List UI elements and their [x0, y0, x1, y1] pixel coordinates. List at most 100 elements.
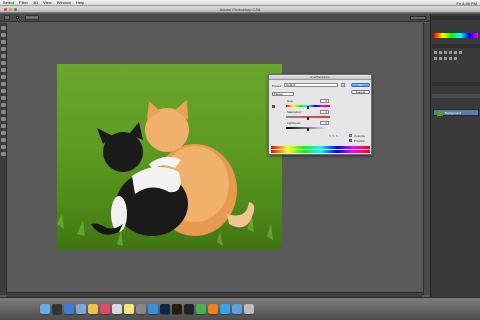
- bw-icon[interactable]: [439, 57, 442, 60]
- preferences-icon[interactable]: [136, 304, 146, 314]
- eraser-tool-icon[interactable]: [1, 96, 6, 100]
- quick-select-tool-icon[interactable]: [1, 47, 6, 51]
- kittens-photo: [57, 100, 273, 246]
- output-color-bar: [271, 150, 370, 153]
- targeted-adjustment-icon[interactable]: [272, 105, 275, 108]
- menu-filter[interactable]: Filter: [19, 0, 28, 5]
- dock-shelf: [40, 302, 445, 316]
- canvas-vertical-scrollbar[interactable]: [423, 23, 430, 295]
- layer-name: Background: [445, 111, 462, 115]
- ok-button[interactable]: OK: [351, 83, 370, 87]
- mail-icon[interactable]: [76, 304, 86, 314]
- skype-icon[interactable]: [220, 304, 230, 314]
- window-titlebar: Adobe Photoshop CS6: [0, 6, 480, 13]
- window-controls: [4, 8, 17, 11]
- vlc-icon[interactable]: [208, 304, 218, 314]
- layers-blend-mode[interactable]: [432, 94, 480, 98]
- healing-tool-icon[interactable]: [1, 68, 6, 72]
- preset-options-icon[interactable]: [341, 83, 345, 87]
- close-window-button[interactable]: [4, 8, 7, 11]
- finder-icon[interactable]: [40, 304, 50, 314]
- gradient-tool-icon[interactable]: [1, 103, 6, 107]
- preview-checkbox[interactable]: [349, 139, 352, 142]
- colorize-checkbox[interactable]: [349, 134, 352, 137]
- lightness-field[interactable]: 0: [320, 121, 329, 125]
- notes-icon[interactable]: [124, 304, 134, 314]
- color-ramp[interactable]: [434, 33, 478, 38]
- lasso-tool-icon[interactable]: [1, 40, 6, 44]
- safari-icon[interactable]: [64, 304, 74, 314]
- zoom-window-button[interactable]: [14, 8, 17, 11]
- dock: [0, 297, 480, 320]
- brush-tool-icon[interactable]: [1, 75, 6, 79]
- adjustments-icons-row2: [434, 57, 478, 61]
- menu-select[interactable]: Select: [3, 0, 14, 5]
- stamp-tool-icon[interactable]: [1, 82, 6, 86]
- history-brush-icon[interactable]: [1, 89, 6, 93]
- right-panels: Background: [430, 14, 480, 297]
- hue-slider-thumb[interactable]: [307, 106, 309, 109]
- crop-tool-icon[interactable]: [1, 54, 6, 58]
- mixer-icon[interactable]: [449, 57, 452, 60]
- eyedropper-tools-icon[interactable]: ✎ ✎ ✎: [329, 134, 338, 138]
- window-title: Adobe Photoshop CS6: [219, 7, 261, 12]
- preview-label: Preview: [354, 139, 365, 143]
- calendar-icon[interactable]: [112, 304, 122, 314]
- appstore-icon[interactable]: [148, 304, 158, 314]
- option-dropdown[interactable]: [25, 15, 39, 20]
- levels-icon[interactable]: [439, 51, 442, 54]
- curves-icon[interactable]: [444, 51, 447, 54]
- trash-icon[interactable]: [244, 304, 254, 314]
- preset-label: Preset:: [272, 84, 282, 88]
- dodge-tool-icon[interactable]: [1, 110, 6, 114]
- vibrance-icon[interactable]: [454, 51, 457, 54]
- color-panel-tab[interactable]: [432, 16, 480, 20]
- balance-icon[interactable]: [434, 57, 437, 60]
- canvas-image[interactable]: [57, 64, 282, 250]
- channel-select[interactable]: Master: [272, 92, 294, 96]
- saturation-label: Saturation:: [287, 110, 302, 114]
- zoom-tool-icon[interactable]: [1, 152, 6, 156]
- menu-window[interactable]: Window: [57, 0, 71, 5]
- layer-background-row[interactable]: Background: [433, 109, 479, 116]
- dashboard-icon[interactable]: [52, 304, 62, 314]
- minimize-window-button[interactable]: [9, 8, 12, 11]
- pen-tool-icon[interactable]: [1, 117, 6, 121]
- adjustments-icons: [434, 51, 478, 55]
- tool-preset-picker[interactable]: [4, 15, 10, 20]
- hue-icon[interactable]: [459, 51, 462, 54]
- hand-tool-icon[interactable]: [1, 145, 6, 149]
- type-tool-icon[interactable]: [1, 124, 6, 128]
- eyedropper-tool-icon[interactable]: [1, 61, 6, 65]
- dialog-title: Hue/Saturation: [269, 75, 371, 80]
- hue-field[interactable]: 0: [320, 99, 329, 103]
- workspace-switcher[interactable]: [410, 16, 426, 20]
- menu-help[interactable]: Help: [76, 0, 84, 5]
- option-checkbox[interactable]: [16, 16, 19, 19]
- layers-panel-tab[interactable]: [432, 82, 480, 86]
- lookup-icon[interactable]: [454, 57, 457, 60]
- lightness-label: Lightness:: [287, 121, 301, 125]
- adjustments-panel-tab[interactable]: [432, 44, 480, 48]
- photo-filter-icon[interactable]: [444, 57, 447, 60]
- chrome-icon[interactable]: [196, 304, 206, 314]
- shape-tool-icon[interactable]: [1, 138, 6, 142]
- itunes-icon[interactable]: [100, 304, 110, 314]
- marquee-tool-icon[interactable]: [1, 33, 6, 37]
- move-tool-icon[interactable]: [1, 26, 6, 30]
- saturation-field[interactable]: 0: [320, 110, 329, 114]
- exposure-icon[interactable]: [449, 51, 452, 54]
- photoshop-icon[interactable]: [160, 304, 170, 314]
- path-select-icon[interactable]: [1, 131, 6, 135]
- folder-icon[interactable]: [232, 304, 242, 314]
- menu-3d[interactable]: 3D: [33, 0, 38, 5]
- bridge-icon[interactable]: [172, 304, 182, 314]
- lightness-slider-thumb[interactable]: [307, 128, 309, 131]
- preset-select[interactable]: Default: [284, 83, 338, 87]
- brightness-icon[interactable]: [434, 51, 437, 54]
- photos-icon[interactable]: [88, 304, 98, 314]
- cancel-button[interactable]: Cancel: [351, 90, 370, 94]
- menu-view[interactable]: View: [43, 0, 52, 5]
- saturation-slider-thumb[interactable]: [307, 117, 309, 120]
- terminal-icon[interactable]: [184, 304, 194, 314]
